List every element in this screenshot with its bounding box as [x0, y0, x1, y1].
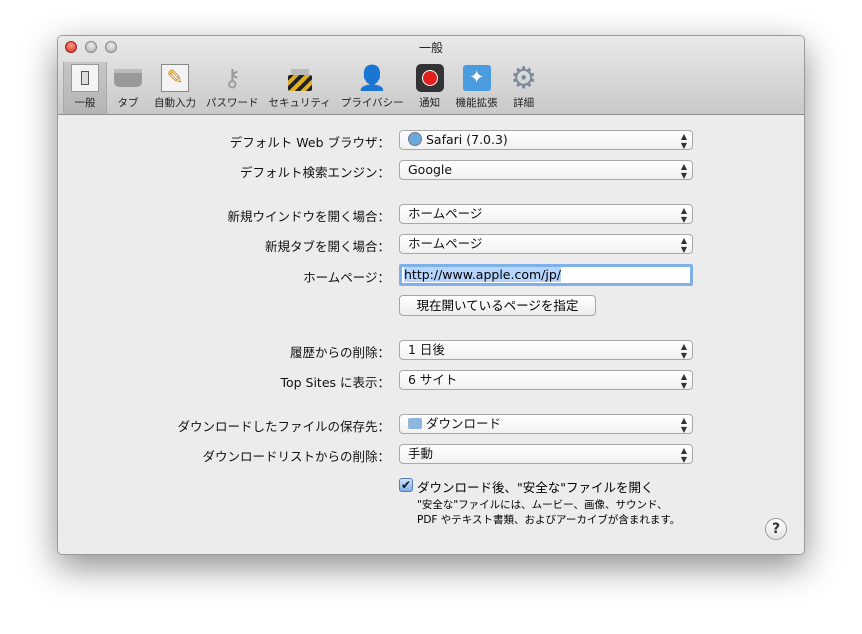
open-safe-files-checkbox[interactable]: ✔: [399, 478, 413, 492]
homepage-input[interactable]: http://www.apple.com/jp/: [399, 264, 693, 286]
set-current-page-button[interactable]: 現在開いているページを指定: [399, 295, 596, 316]
new-tab-row: 新規タブを開く場合： ホームページ ▲ ▼: [58, 233, 804, 255]
homepage-row: ホームページ： http://www.apple.com/jp/: [58, 264, 804, 286]
default-browser-row: デフォルト Web ブラウザ： Safari (7.0.3) ▲ ▼: [58, 129, 804, 151]
open-safe-row: ✔ ダウンロード後、"安全な"ファイルを開く "安全な"ファイルには、ムービー、…: [399, 478, 681, 526]
safari-icon: [408, 132, 422, 146]
search-engine-row: デフォルト検索エンジン： Google ▲ ▼: [58, 159, 804, 181]
tabs-icon: [112, 62, 144, 94]
switch-icon: [69, 62, 101, 94]
history-row: 履歴からの削除： 1 日後 ▲ ▼: [58, 339, 804, 361]
toolbar: 一般 一般 タブ ✎ 自動入力 ⚷ パスワード セキュリティ 👤 プライバシー 通知 …: [58, 36, 804, 115]
tab-tabs[interactable]: タブ: [107, 62, 149, 114]
tab-general[interactable]: 一般: [63, 62, 107, 114]
download-location-row: ダウンロードしたファイルの保存先： ダウンロード ▲ ▼: [58, 413, 804, 435]
lock-icon: [284, 62, 316, 94]
extensions-icon: ✦: [461, 62, 493, 94]
new-window-row: 新規ウインドウを開く場合： ホームページ ▲ ▼: [58, 203, 804, 225]
tab-passwords[interactable]: ⚷ パスワード: [201, 62, 264, 114]
tab-autofill[interactable]: ✎ 自動入力: [149, 62, 201, 114]
history-popup[interactable]: 1 日後 ▲ ▼: [399, 340, 693, 360]
gear-icon: ⚙: [510, 60, 538, 96]
search-engine-popup[interactable]: Google ▲ ▼: [399, 160, 693, 180]
key-icon: ⚷: [223, 64, 242, 92]
folder-icon: [408, 418, 422, 429]
tab-advanced[interactable]: ⚙ 詳細: [503, 60, 545, 114]
tab-notifications[interactable]: 通知: [409, 62, 451, 114]
download-list-row: ダウンロードリストからの削除： 手動 ▲ ▼: [58, 443, 804, 465]
preferences-window: 一般 一般 タブ ✎ 自動入力 ⚷ パスワード セキュリティ 👤 プライバシー 通知 …: [57, 35, 805, 555]
person-icon: 👤: [357, 64, 388, 92]
download-location-popup[interactable]: ダウンロード ▲ ▼: [399, 414, 693, 434]
new-window-popup[interactable]: ホームページ ▲ ▼: [399, 204, 693, 224]
help-button[interactable]: ?: [765, 518, 787, 540]
download-list-popup[interactable]: 手動 ▲ ▼: [399, 444, 693, 464]
default-browser-popup[interactable]: Safari (7.0.3) ▲ ▼: [399, 130, 693, 150]
new-tab-popup[interactable]: ホームページ ▲ ▼: [399, 234, 693, 254]
notification-icon: [414, 62, 446, 94]
autofill-icon: ✎: [159, 62, 191, 94]
top-sites-row: Top Sites に表示： 6 サイト ▲ ▼: [58, 369, 804, 391]
window-title: 一般: [418, 41, 443, 55]
tab-extensions[interactable]: ✦ 機能拡張: [451, 62, 503, 114]
tab-security[interactable]: セキュリティ: [264, 62, 336, 114]
top-sites-popup[interactable]: 6 サイト ▲ ▼: [399, 370, 693, 390]
tab-privacy[interactable]: 👤 プライバシー: [336, 62, 409, 114]
